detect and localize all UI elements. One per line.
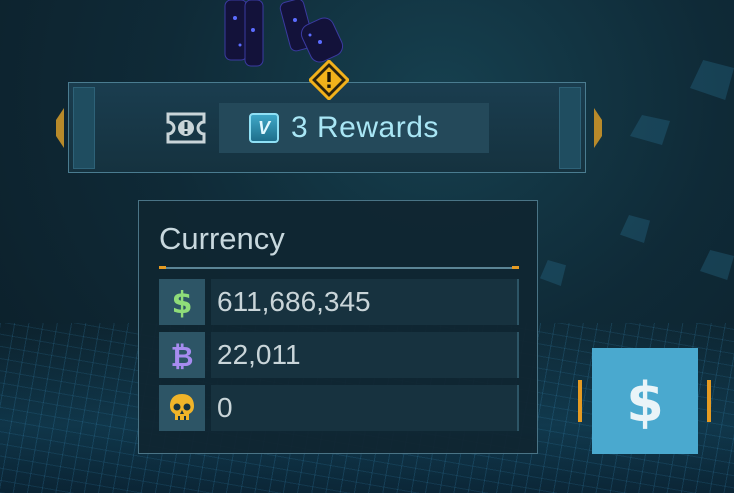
currency-row-credits: $ 611,686,345 <box>159 279 519 325</box>
v-badge-icon: V <box>249 113 279 143</box>
svg-text:₿: ₿ <box>171 340 194 371</box>
banner-right-frame <box>559 87 581 169</box>
background-shard <box>690 60 734 100</box>
currency-title: Currency <box>159 221 285 256</box>
bitcoin-currency-icon: ₿ <box>159 332 205 378</box>
banner-left-notch <box>56 108 64 148</box>
game-scene: V 3 Rewards Currency $ 611,686,345 ₿ 22,… <box>0 0 734 493</box>
skull-token-value: 0 <box>211 385 519 431</box>
banner-left-frame <box>73 87 95 169</box>
dollar-icon: $ <box>626 371 664 431</box>
currency-row-skull: 0 <box>159 385 519 431</box>
background-shard <box>620 215 650 243</box>
rewards-count-label: 3 Rewards <box>291 111 439 144</box>
warning-diamond-icon <box>309 60 349 100</box>
banner-right-notch <box>594 108 602 148</box>
credits-dollar-icon: $ <box>159 279 205 325</box>
background-shard <box>700 250 734 280</box>
background-shard <box>540 260 566 286</box>
currency-row-bitcoin: ₿ 22,011 <box>159 332 519 378</box>
shop-bracket-right <box>707 380 711 422</box>
ticket-alert-icon <box>166 112 206 144</box>
divider-tick-left <box>159 266 166 269</box>
currency-shop-button[interactable]: $ <box>592 348 698 454</box>
divider-tick-right <box>512 266 519 269</box>
title-divider <box>159 267 519 269</box>
rewards-count-pill[interactable]: V 3 Rewards <box>219 103 489 153</box>
skull-token-icon <box>159 385 205 431</box>
svg-text:$: $ <box>626 371 664 431</box>
bitcoin-value: 22,011 <box>211 332 519 378</box>
svg-text:$: $ <box>172 286 193 318</box>
currency-panel: Currency $ 611,686,345 ₿ 22,011 0 <box>138 200 538 454</box>
background-shard <box>630 115 670 145</box>
credits-value: 611,686,345 <box>211 279 519 325</box>
shop-bracket-left <box>578 380 582 422</box>
